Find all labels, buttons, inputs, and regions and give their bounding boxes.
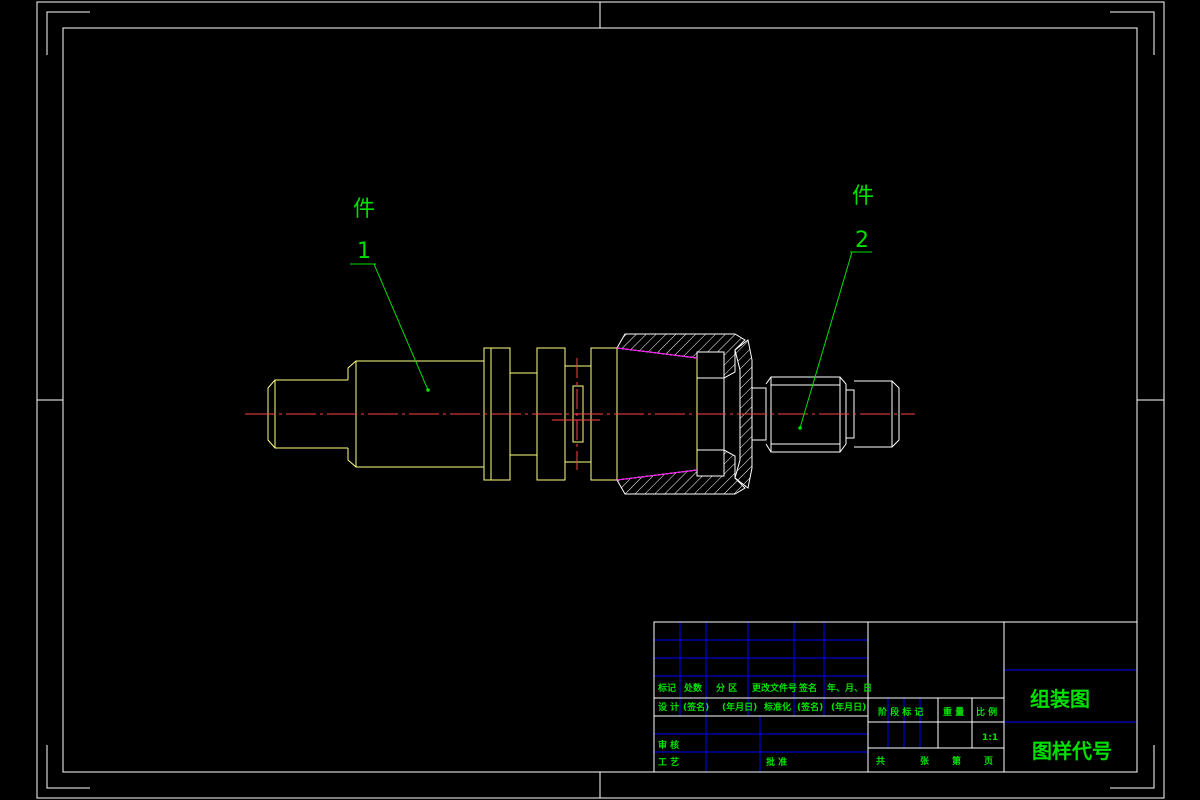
tb-sheet-total: 共 bbox=[876, 755, 885, 767]
title-block: 标记 处数 分 区 更改文件号 签名 年、月、日 设 计 (签名) (年月日) … bbox=[653, 621, 1138, 773]
corner-mark bbox=[1110, 745, 1155, 789]
tb-review-label: 审 核 bbox=[658, 739, 679, 751]
corner-mark bbox=[46, 11, 90, 55]
drawing-code: 图样代号 bbox=[1032, 739, 1112, 763]
leader-dot-2 bbox=[798, 426, 802, 430]
tb-sheet-page: 页 bbox=[984, 756, 993, 767]
leader-part-2 bbox=[799, 251, 872, 429]
corner-mark bbox=[46, 745, 90, 789]
part-1-label: 件 bbox=[353, 197, 375, 222]
leader-dot-1 bbox=[426, 388, 430, 392]
part-2-number: 2 bbox=[855, 228, 869, 253]
tb-process-label: 工 艺 bbox=[658, 756, 679, 768]
drawing-frame bbox=[36, 1, 1165, 799]
tb-header-date: 年、月、日 bbox=[827, 682, 872, 694]
tb-standard-date: (年月日) bbox=[831, 701, 866, 713]
leader-line-2 bbox=[799, 251, 853, 429]
outer-border bbox=[36, 1, 1165, 799]
leader-line-1 bbox=[373, 263, 429, 391]
tb-design-sign: (签名) bbox=[683, 701, 709, 713]
tb-header-change-doc: 更改文件号 bbox=[752, 682, 797, 694]
tb-header-sign: 签名 bbox=[798, 682, 817, 694]
tb-sheet-number: 第 bbox=[952, 755, 961, 767]
tb-stage-label: 阶 段 标 记 bbox=[878, 706, 923, 718]
tb-standard-label: 标准化 bbox=[763, 701, 791, 713]
tb-header-count: 处数 bbox=[683, 682, 703, 694]
corner-mark bbox=[1110, 11, 1155, 55]
tb-design-label: 设 计 bbox=[658, 701, 679, 713]
tb-design-date: (年月日) bbox=[722, 701, 757, 713]
tb-sheet-unit: 张 bbox=[920, 755, 930, 767]
tb-weight-label: 重 量 bbox=[943, 706, 964, 718]
tb-standard-sign: (签名) bbox=[797, 701, 823, 713]
part-2-label: 件 bbox=[852, 184, 874, 209]
drawing-sheet: 件 1 件 2 标记 处数 分 区 更改文件号 签名 年、月、日 设 计 (签名… bbox=[36, 1, 1165, 799]
tb-scale-label: 比 例 bbox=[976, 706, 997, 718]
inner-border bbox=[62, 27, 1138, 773]
tb-approve-label: 批 准 bbox=[766, 756, 787, 768]
tb-header-mark: 标记 bbox=[657, 682, 676, 694]
tb-header-zone: 分 区 bbox=[716, 682, 737, 694]
leader-part-1 bbox=[350, 263, 429, 391]
tb-scale-value: 1:1 bbox=[982, 733, 998, 743]
centerlines bbox=[245, 358, 915, 470]
drawing-name: 组装图 bbox=[1030, 687, 1090, 711]
part-1-number: 1 bbox=[357, 239, 371, 264]
